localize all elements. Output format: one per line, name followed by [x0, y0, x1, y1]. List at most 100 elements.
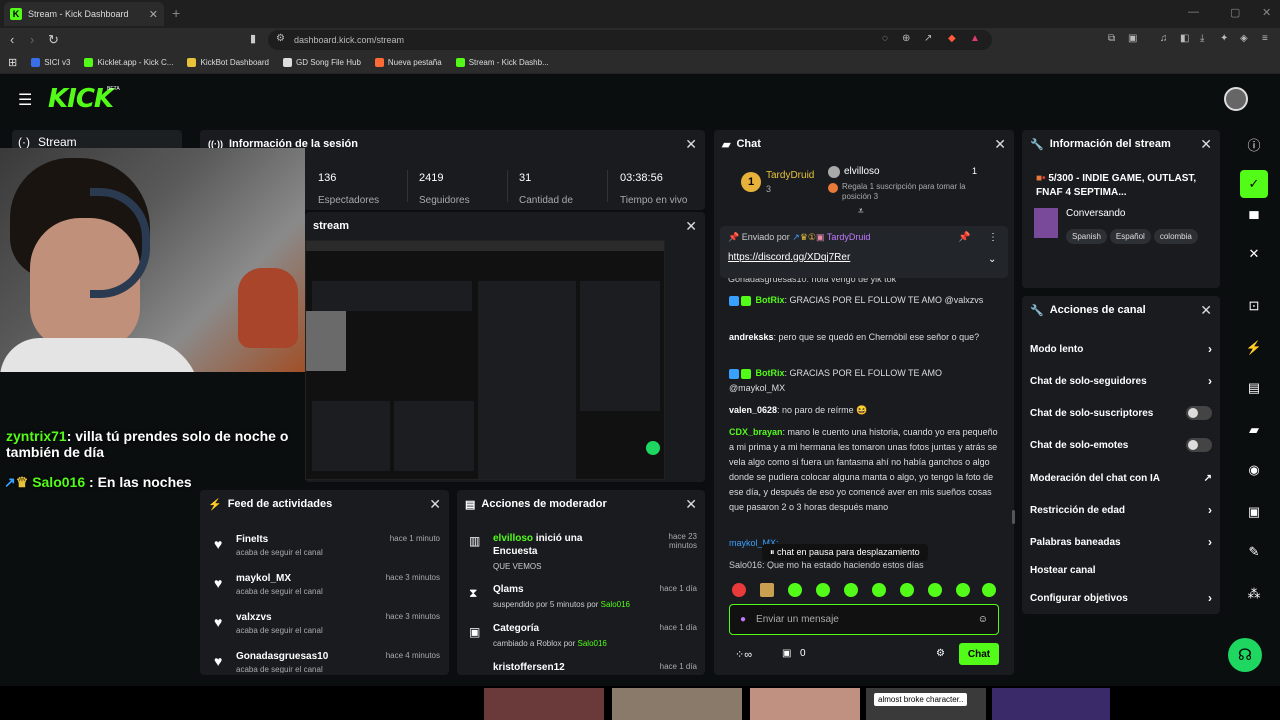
channel-action-goals[interactable]: Configurar objetivos ›	[1030, 590, 1212, 606]
channel-action-banned-words[interactable]: Palabras baneadas ›	[1030, 534, 1212, 550]
chat-scrollbar[interactable]	[1012, 510, 1015, 524]
chat-user[interactable]: valen_0628	[729, 405, 777, 415]
chevron-down-icon[interactable]: ⌄	[988, 254, 996, 265]
pinned-user[interactable]: TardyDruid	[827, 232, 871, 242]
stream-title[interactable]: ■• 5/300 - INDIE GAME, OUTLAST, FNAF 4 S…	[1036, 172, 1212, 200]
minimize-button[interactable]: —	[1188, 6, 1199, 18]
more-icon[interactable]: ⋮	[988, 232, 998, 243]
tag[interactable]: Spanish	[1066, 229, 1107, 244]
close-icon[interactable]: ✕	[1200, 302, 1212, 319]
expand-icon[interactable]: ⩡	[858, 206, 864, 217]
gift-user[interactable]: elvilloso	[844, 166, 880, 177]
forward-icon[interactable]: ›	[30, 32, 34, 47]
info-icon[interactable]: ⓘ	[1240, 130, 1268, 158]
subs-only-toggle[interactable]	[1186, 406, 1212, 420]
emote-icon[interactable]	[872, 583, 886, 597]
close-icon[interactable]: ✕	[1240, 240, 1268, 268]
gift-icon[interactable]: ▣	[782, 648, 791, 659]
close-icon[interactable]: ✕	[1200, 136, 1212, 153]
category-name[interactable]: Conversando	[1066, 208, 1125, 219]
close-icon[interactable]: ✕	[685, 218, 697, 235]
chat-user[interactable]: andreksks	[729, 332, 774, 342]
emote-icon[interactable]	[760, 583, 774, 597]
broadcast-icon[interactable]: ◉	[1240, 456, 1268, 484]
video-thumbnail[interactable]	[484, 688, 604, 720]
points-icon[interactable]: ⁘∞	[735, 648, 752, 661]
close-tab-icon[interactable]: ✕	[149, 8, 158, 21]
emoji-icon[interactable]: ☺	[978, 614, 988, 625]
chat-user[interactable]: CDX_brayan	[729, 427, 783, 437]
close-icon[interactable]: ✕	[994, 136, 1006, 153]
share-icon[interactable]: ↗	[924, 33, 932, 44]
channel-action-ai-moderation[interactable]: Moderación del chat con IA ↗	[1030, 470, 1212, 486]
close-icon[interactable]: ✕	[429, 496, 441, 513]
vpn-icon[interactable]: ◈	[1240, 33, 1248, 44]
mod-action-title[interactable]: Qlams	[493, 584, 524, 595]
microphone-icon[interactable]: ●	[740, 614, 746, 625]
emote-icon[interactable]	[982, 583, 996, 597]
leo-ai-icon[interactable]: ✦	[1220, 33, 1228, 44]
feed-user[interactable]: Gonadasgruesas10	[236, 651, 328, 662]
send-chat-button[interactable]: Chat	[959, 643, 999, 665]
feed-user[interactable]: valxzvs	[236, 612, 272, 623]
bookmark-item[interactable]: SICI v3	[31, 58, 70, 67]
mod-user[interactable]: Salo016	[601, 600, 630, 609]
emote-icon[interactable]	[956, 583, 970, 597]
mod-user[interactable]: Salo016	[578, 639, 607, 648]
avatar[interactable]	[1224, 87, 1248, 111]
check-icon[interactable]: ✓	[1240, 170, 1268, 198]
download-icon[interactable]: ⤓	[1200, 33, 1204, 44]
site-settings-icon[interactable]: ⚙	[276, 33, 285, 44]
unpin-icon[interactable]: 📌	[958, 232, 970, 243]
chat-user[interactable]: BotRix	[756, 368, 785, 378]
feed-user[interactable]: FineIts	[236, 534, 268, 545]
channel-action-followers-only[interactable]: Chat de solo-seguidores ›	[1030, 373, 1212, 389]
emote-icon[interactable]	[732, 583, 746, 597]
menu-icon[interactable]: ≡	[1262, 33, 1268, 44]
media-icon[interactable]: ♫	[1160, 33, 1168, 44]
mod-action-title[interactable]: kristoffersen12	[493, 662, 565, 673]
extensions-icon[interactable]: ⧉	[1108, 33, 1115, 44]
channel-action-age-restriction[interactable]: Restricción de edad ›	[1030, 502, 1212, 518]
document-icon[interactable]: ▤	[1240, 374, 1268, 402]
chat-bubble-icon[interactable]: ▰	[1240, 416, 1268, 444]
close-icon[interactable]: ✕	[685, 136, 697, 153]
eye-off-icon[interactable]: ◌	[882, 33, 888, 44]
video-icon[interactable]: ▣	[1240, 498, 1268, 526]
kick-logo[interactable]: KICK	[48, 84, 114, 114]
message-input[interactable]: ● Enviar un mensaje ☺	[729, 604, 999, 635]
close-window-button[interactable]: ✕	[1262, 6, 1271, 19]
emote-icon[interactable]	[900, 583, 914, 597]
rewards-icon[interactable]: ▲	[970, 33, 980, 44]
chat-user[interactable]: BotRix	[756, 295, 785, 305]
bookmark-item[interactable]: Stream - Kick Dashb...	[455, 58, 549, 67]
mod-user[interactable]: elvilloso	[493, 533, 533, 544]
settings-icon[interactable]: ⚙	[936, 648, 945, 659]
pinned-message[interactable]: 📌 Enviado por ↗♛①▣ TardyDruid https://di…	[720, 226, 1008, 278]
feed-user[interactable]: maykol_MX	[236, 573, 291, 584]
maximize-button[interactable]: ▢	[1230, 6, 1240, 19]
hamburger-menu-icon[interactable]: ☰	[18, 90, 32, 110]
stream-preview-video[interactable]	[305, 240, 665, 480]
back-icon[interactable]: ‹	[10, 32, 14, 47]
wallet-icon[interactable]: ▣	[1128, 33, 1137, 44]
browser-tab[interactable]: K Stream - Kick Dashboard ✕	[4, 2, 164, 26]
bolt-icon[interactable]: ⚡	[1240, 334, 1268, 362]
chat-paused-banner[interactable]: ⏸ chat en pausa para desplazamiento	[762, 544, 928, 561]
new-tab-button[interactable]: +	[172, 5, 180, 21]
video-thumbnail[interactable]	[992, 688, 1110, 720]
bookmark-item[interactable]: KickBot Dashboard	[187, 58, 269, 67]
sidebar-toggle-icon[interactable]: ◧	[1180, 33, 1189, 44]
video-thumbnail[interactable]	[612, 688, 742, 720]
bookmark-item[interactable]: Nueva pestaña	[374, 58, 442, 67]
emotes-only-toggle[interactable]	[1186, 438, 1212, 452]
channel-action-host[interactable]: Hostear canal	[1030, 562, 1212, 578]
reload-icon[interactable]: ↻	[48, 32, 59, 48]
tag[interactable]: colombia	[1153, 229, 1198, 244]
share-icon[interactable]: ⁂	[1240, 580, 1268, 608]
emote-icon[interactable]	[844, 583, 858, 597]
help-icon[interactable]: ☊	[1228, 638, 1262, 672]
video-thumbnail[interactable]	[750, 688, 860, 720]
pinned-link[interactable]: https://discord.gg/XDqj7Rer	[728, 252, 850, 263]
channel-action-slow-mode[interactable]: Modo lento ›	[1030, 341, 1212, 357]
